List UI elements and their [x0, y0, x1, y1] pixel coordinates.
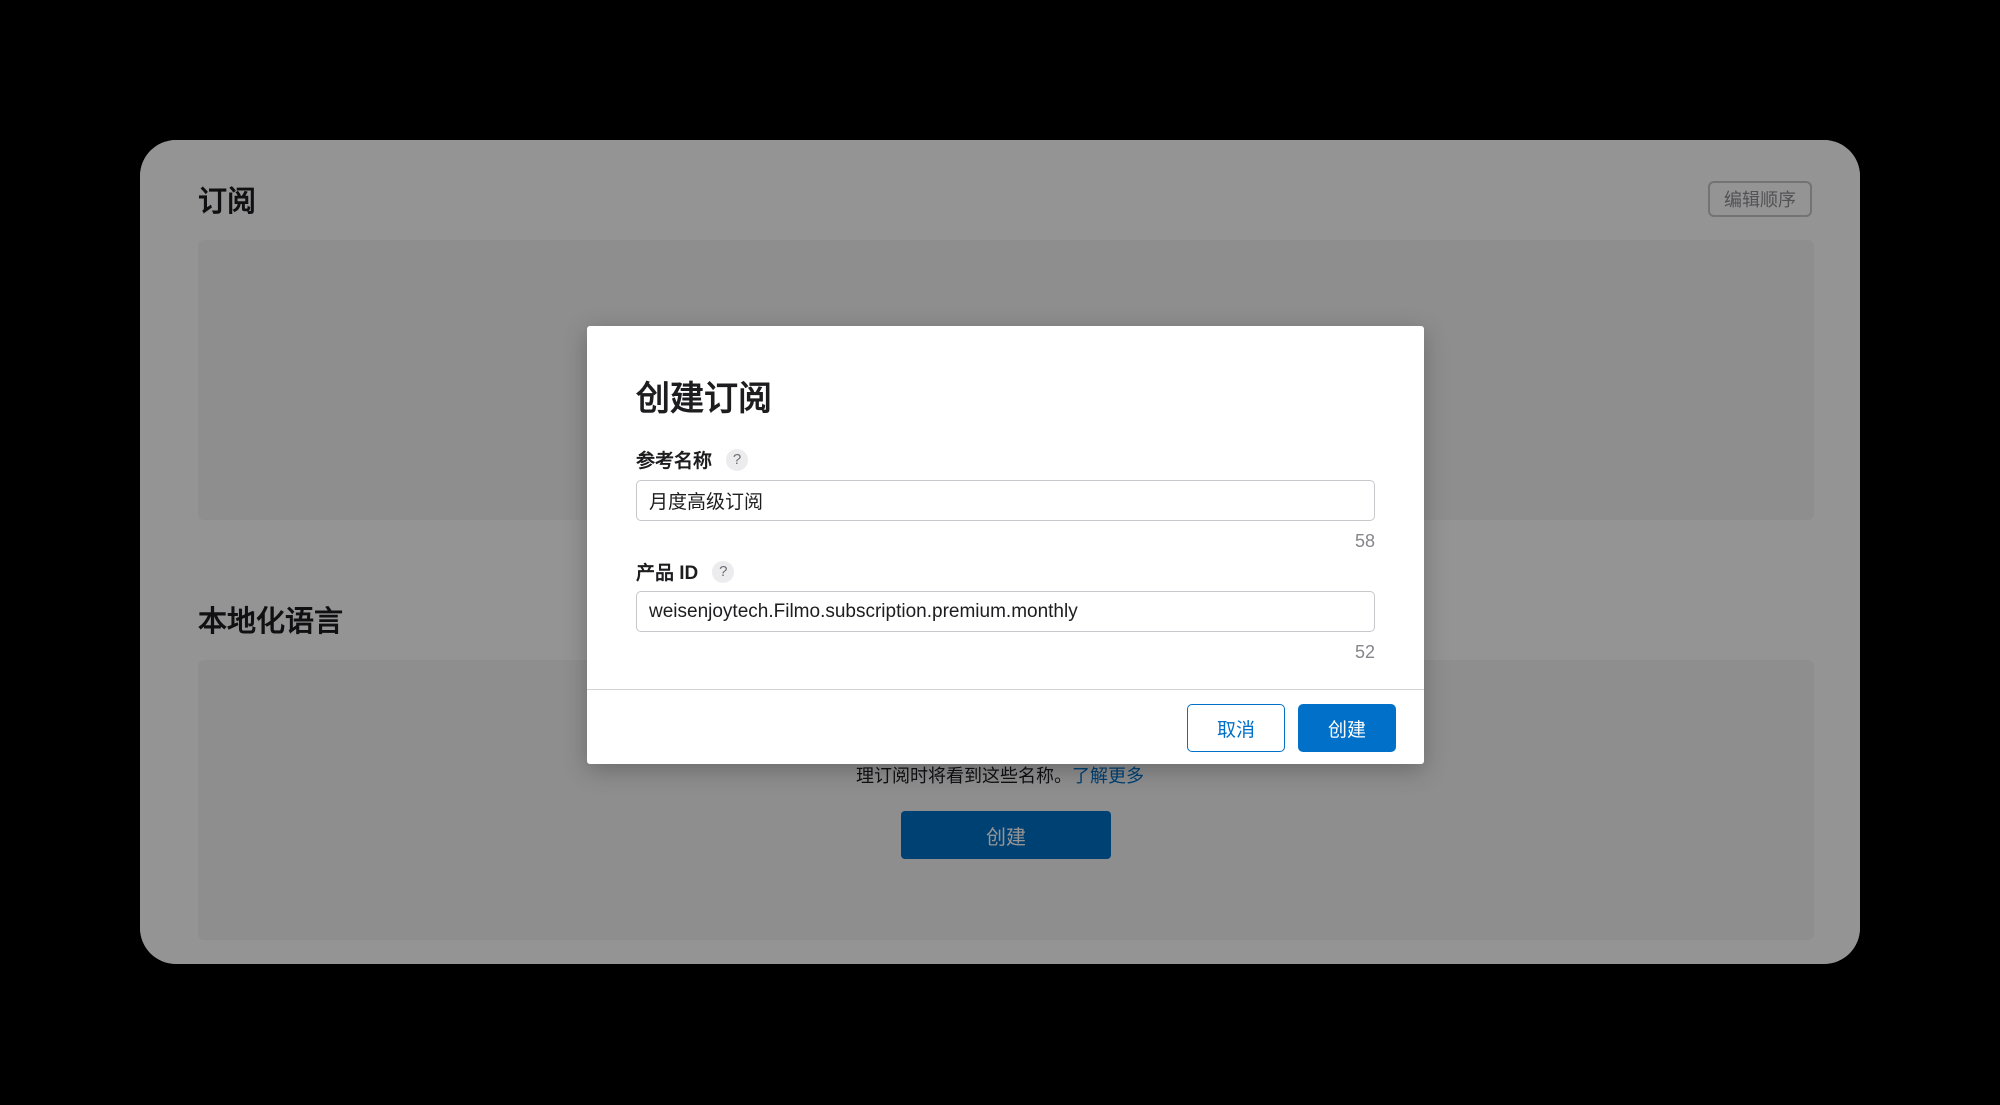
dialog-divider — [587, 689, 1424, 690]
reference-name-input[interactable] — [636, 480, 1375, 521]
reference-name-char-count: 58 — [1354, 531, 1375, 551]
product-id-label: 产品 ID — [636, 563, 699, 584]
product-id-label-row: 产品 ID ? — [636, 558, 735, 585]
dialog-title: 创建订阅 — [636, 380, 772, 418]
reference-name-label: 参考名称 — [636, 451, 713, 472]
product-id-char-count: 52 — [1354, 642, 1375, 662]
reference-name-label-row: 参考名称 ? — [636, 446, 749, 473]
question-help-icon[interactable]: ? — [726, 448, 749, 471]
cancel-button[interactable]: 取消 — [1187, 704, 1285, 752]
create-subscription-dialog: 创建订阅 参考名称 ? 58 产品 ID ? 52 取消 创建 — [587, 326, 1424, 764]
question-help-icon[interactable]: ? — [712, 560, 735, 583]
create-button[interactable]: 创建 — [1298, 704, 1396, 752]
product-id-input[interactable] — [636, 591, 1375, 632]
